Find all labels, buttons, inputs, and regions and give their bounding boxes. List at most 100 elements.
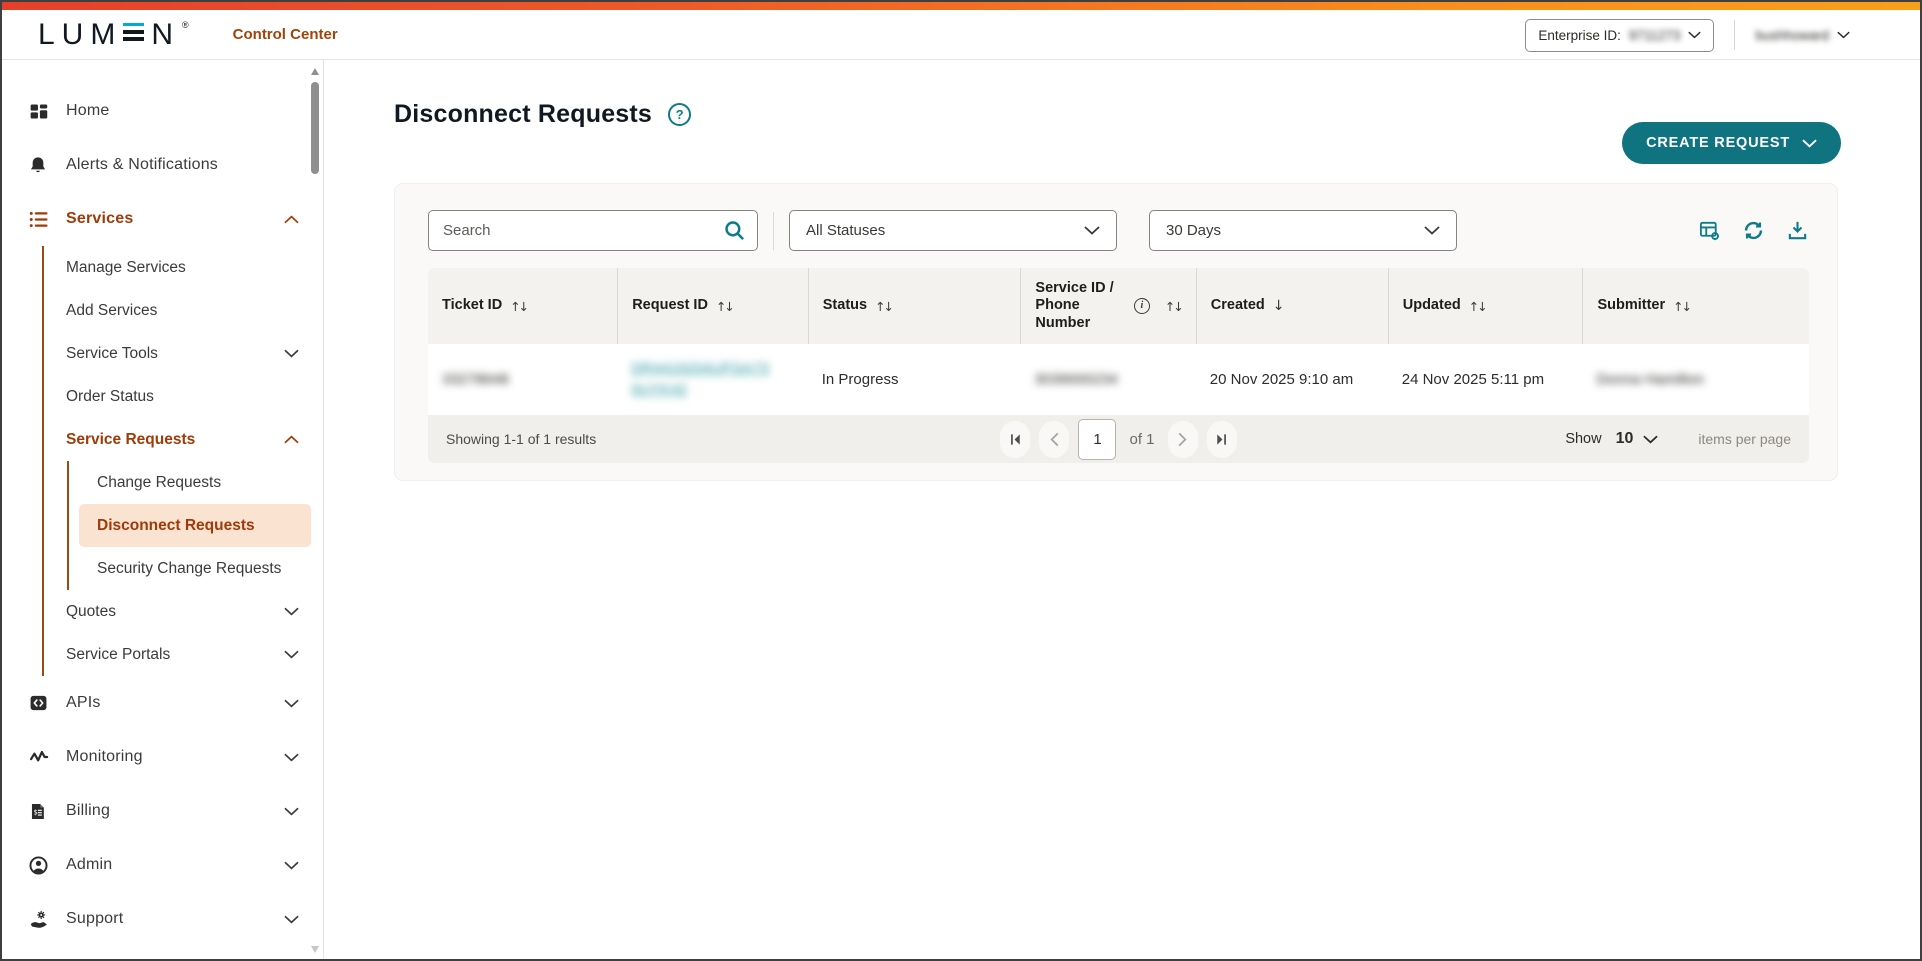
sort-icon[interactable]: ↑↓ (1673, 299, 1690, 314)
create-request-button[interactable]: CREATE REQUEST (1622, 122, 1841, 164)
chevron-down-icon[interactable] (284, 607, 299, 616)
chevron-up-icon[interactable] (284, 435, 299, 444)
sidebar-item-alerts[interactable]: Alerts & Notifications (2, 138, 323, 192)
page-title-row: Disconnect Requests ? (394, 100, 691, 129)
first-page-button[interactable] (1000, 421, 1030, 458)
sidebar-item-disconnect-requests[interactable]: Disconnect Requests (79, 504, 311, 547)
lumen-logo[interactable]: LUM N ® (38, 20, 189, 50)
sidebar-item-security-change-requests[interactable]: Security Change Requests (69, 547, 323, 590)
chevron-down-icon (1802, 139, 1817, 148)
sidebar-item-label: Service Requests (66, 431, 195, 449)
chevron-down-icon[interactable] (284, 349, 299, 358)
table-row: 33278648 DR4419204UPSA730UYK42 In Progre… (428, 344, 1809, 415)
info-icon[interactable]: i (1134, 298, 1150, 314)
show-label: Show (1565, 431, 1601, 447)
search-input[interactable] (428, 210, 758, 251)
search-icon[interactable] (723, 219, 746, 247)
col-ticket-id[interactable]: Ticket ID↑↓ (428, 268, 617, 344)
sidebar-item-change-requests[interactable]: Change Requests (69, 461, 323, 504)
sidebar-item-label: Add Services (66, 302, 157, 320)
sidebar-item-admin[interactable]: Admin (2, 838, 323, 892)
sidebar-item-monitoring[interactable]: Monitoring (2, 730, 323, 784)
page-count-label: of 1 (1129, 431, 1154, 448)
date-range-select[interactable]: 30 Days (1149, 210, 1457, 251)
table-header-row: Ticket ID↑↓ Request ID↑↓ Status↑↓ Servic… (428, 268, 1809, 344)
sidebar-item-service-requests[interactable]: Service Requests (44, 418, 323, 461)
svg-text:$: $ (34, 808, 38, 816)
items-per-page-label: items per page (1698, 431, 1791, 447)
chevron-down-icon[interactable] (284, 861, 299, 870)
chevron-up-icon[interactable] (284, 215, 299, 224)
sidebar-item-service-tools[interactable]: Service Tools (44, 332, 323, 375)
cell-created: 20 Nov 2025 9:10 am (1196, 344, 1388, 415)
service-requests-subgroup: Change Requests Disconnect Requests Secu… (67, 461, 323, 590)
sort-icon[interactable]: ↑↓ (510, 299, 527, 314)
scroll-down-arrow-icon[interactable] (311, 946, 319, 953)
page-size-select[interactable] (1643, 435, 1658, 444)
enterprise-id-dropdown[interactable]: Enterprise ID: 9711273 (1525, 19, 1714, 52)
col-created[interactable]: Created↓ (1196, 268, 1388, 344)
user-menu[interactable]: bushhoward (1755, 28, 1850, 43)
brand-gradient-strip (2, 2, 1920, 10)
sidebar-item-label: Services (66, 210, 133, 228)
main-content: Disconnect Requests ? CREATE REQUEST All… (324, 60, 1920, 959)
chevron-down-icon[interactable] (284, 753, 299, 762)
cell-submitter: Donna Hamilton (1582, 344, 1809, 415)
invoice-icon: $ (28, 800, 50, 822)
product-title: Control Center (233, 26, 338, 43)
bell-icon (28, 154, 50, 176)
chevron-down-icon[interactable] (284, 915, 299, 924)
sidebar-item-manage-services[interactable]: Manage Services (44, 246, 323, 289)
enterprise-id-value: 9711273 (1629, 28, 1681, 43)
sidebar-item-label: Alerts & Notifications (66, 156, 218, 174)
chevron-down-icon[interactable] (284, 699, 299, 708)
sidebar-item-label: Disconnect Requests (97, 517, 255, 535)
chevron-down-icon[interactable] (284, 807, 299, 816)
sidebar-item-services[interactable]: Services (2, 192, 323, 246)
sidebar-item-billing[interactable]: $ Billing (2, 784, 323, 838)
sidebar-item-support[interactable]: Support (2, 892, 323, 946)
col-request-id[interactable]: Request ID↑↓ (617, 268, 808, 344)
col-status[interactable]: Status↑↓ (808, 268, 1021, 344)
table-actions (1698, 219, 1809, 242)
sidebar-item-home[interactable]: Home (2, 84, 323, 138)
sort-icon[interactable]: ↑↓ (875, 299, 892, 314)
scrollbar-thumb[interactable] (311, 82, 319, 174)
sidebar-item-label: APIs (66, 694, 101, 712)
chevron-down-icon[interactable] (284, 650, 299, 659)
cell-updated: 24 Nov 2025 5:11 pm (1388, 344, 1583, 415)
sidebar-item-quotes[interactable]: Quotes (44, 590, 323, 633)
next-page-button[interactable] (1168, 421, 1198, 458)
download-icon[interactable] (1786, 219, 1809, 242)
col-service-id[interactable]: Service ID /Phone Number i ↑↓ (1020, 268, 1195, 344)
requests-panel: All Statuses 30 Days (394, 183, 1838, 481)
sidebar-item-order-status[interactable]: Order Status (44, 375, 323, 418)
chevron-down-icon (1837, 31, 1850, 39)
cell-status: In Progress (808, 344, 1021, 415)
sort-icon[interactable]: ↑↓ (1469, 299, 1486, 314)
create-request-label: CREATE REQUEST (1646, 135, 1790, 151)
sidebar-item-label: Billing (66, 802, 110, 820)
sidebar-item-service-portals[interactable]: Service Portals (44, 633, 323, 676)
help-icon[interactable]: ? (668, 103, 691, 126)
filter-row: All Statuses 30 Days (428, 210, 1809, 251)
request-id-link[interactable]: DR4419204UPSA730UYK42 (631, 359, 769, 400)
sidebar-scrollbar[interactable] (310, 68, 320, 953)
col-submitter[interactable]: Submitter↑↓ (1582, 268, 1809, 344)
sidebar-item-label: Order Status (66, 388, 154, 406)
page-number-input[interactable]: 1 (1078, 419, 1116, 460)
column-settings-icon[interactable] (1698, 219, 1721, 242)
scroll-up-arrow-icon[interactable] (311, 68, 319, 75)
col-updated[interactable]: Updated↑↓ (1388, 268, 1583, 344)
last-page-button[interactable] (1207, 421, 1237, 458)
sort-desc-icon[interactable]: ↓ (1273, 298, 1285, 315)
sidebar-item-label: Admin (66, 856, 112, 874)
status-filter-select[interactable]: All Statuses (789, 210, 1117, 251)
requests-table: Ticket ID↑↓ Request ID↑↓ Status↑↓ Servic… (428, 268, 1809, 415)
previous-page-button[interactable] (1039, 421, 1069, 458)
sort-icon[interactable]: ↑↓ (1165, 299, 1182, 314)
sidebar-item-add-services[interactable]: Add Services (44, 289, 323, 332)
sidebar-item-apis[interactable]: APIs (2, 676, 323, 730)
refresh-icon[interactable] (1742, 219, 1765, 242)
sort-icon[interactable]: ↑↓ (716, 299, 733, 314)
